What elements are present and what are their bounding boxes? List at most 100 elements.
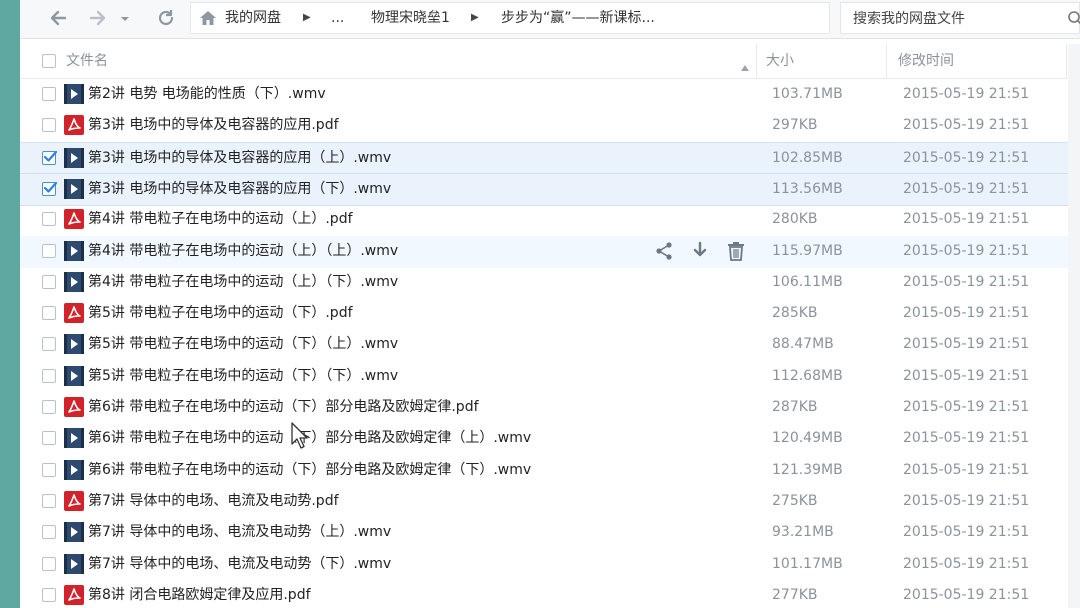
file-row[interactable]: 第7讲 导体中的电场、电流及电动势（下）.wmv 101.17MB 2015-05-… <box>20 549 1080 581</box>
file-row-checkbox[interactable] <box>42 87 56 101</box>
file-row[interactable]: 第4讲 带电粒子在电场中的运动（上）（上）.wmv 115.97MB 2015-05… <box>20 235 1080 268</box>
select-all-checkbox[interactable] <box>42 54 56 68</box>
file-name[interactable]: 第6讲 带电粒子在电场中的运动（下）部分电路及欧姆定律（下）.wmv <box>88 455 531 486</box>
history-dropdown-button[interactable] <box>118 6 132 30</box>
file-size: 277KB <box>772 586 818 603</box>
breadcrumb-current[interactable]: 步步为“赢”——新课标... <box>501 3 655 33</box>
file-modified-date: 2015-05-19 21:51 <box>903 211 1030 228</box>
search-icon[interactable] <box>1067 10 1080 32</box>
forward-button[interactable] <box>86 6 110 30</box>
file-row[interactable]: 第2讲 电势 电场能的性质（下）.wmv 103.71MB 2015-05-19 2… <box>20 79 1080 111</box>
file-row[interactable]: 第3讲 电场中的导体及电容器的应用.pdf 297KB 2015-05-19 21:… <box>20 110 1080 142</box>
pdf-file-icon <box>64 490 84 511</box>
file-modified-date: 2015-05-19 21:51 <box>903 524 1030 541</box>
file-row[interactable]: 第5讲 带电粒子在电场中的运动（下）（上）.wmv 88.47MB 2015-05-… <box>20 329 1080 361</box>
breadcrumb-separator-icon: ▶ <box>471 12 479 23</box>
file-row-checkbox[interactable] <box>42 274 56 289</box>
file-name[interactable]: 第7讲 导体中的电场、电流及电动势（下）.wmv <box>88 549 391 580</box>
file-row[interactable]: 第6讲 带电粒子在电场中的运动（下）部分电路及欧姆定律.pdf 287KB 2015… <box>20 392 1080 424</box>
arrow-left-icon <box>50 10 67 26</box>
file-row[interactable]: 第5讲 带电粒子在电场中的运动（下）（下）.wmv 112.68MB 2015-05… <box>20 361 1080 393</box>
address-bar: 我的网盘 ▶ ... 物理宋晓垒1 ▶ 步步为“赢”——新课标... <box>190 2 830 34</box>
file-row-checkbox[interactable] <box>42 556 56 571</box>
file-name[interactable]: 第6讲 带电粒子在电场中的运动（下）部分电路及欧姆定律.pdf <box>88 392 479 423</box>
file-row-checkbox[interactable] <box>42 368 56 383</box>
file-name[interactable]: 第3讲 电场中的导体及电容器的应用（下）.wmv <box>88 174 391 205</box>
file-name[interactable]: 第7讲 导体中的电场、电流及电动势.pdf <box>88 486 339 517</box>
file-modified-date: 2015-05-19 21:51 <box>903 273 1030 290</box>
sort-ascending-icon[interactable] <box>740 57 750 76</box>
search-box <box>840 2 1080 34</box>
file-row[interactable]: 第4讲 带电粒子在电场中的运动（上）（下）.wmv 106.11MB 2015-05… <box>20 267 1080 299</box>
file-list-header: 文件名 大小 修改时间 <box>20 44 1080 79</box>
file-size: 88.47MB <box>772 336 834 353</box>
file-row-checkbox[interactable] <box>42 493 56 508</box>
file-row[interactable]: 第6讲 带电粒子在电场中的运动（下）部分电路及欧姆定律（下）.wmv 121.39… <box>20 455 1080 487</box>
column-divider[interactable] <box>1066 44 1067 78</box>
column-header-name[interactable]: 文件名 <box>66 44 108 78</box>
file-modified-date: 2015-05-19 21:51 <box>903 86 1030 102</box>
file-row[interactable]: 第5讲 带电粒子在电场中的运动（下）.pdf 285KB 2015-05-19 21… <box>20 298 1080 330</box>
column-divider[interactable] <box>756 44 757 78</box>
file-name[interactable]: 第5讲 带电粒子在电场中的运动（下）（上）.wmv <box>88 329 398 360</box>
file-row[interactable]: 第3讲 电场中的导体及电容器的应用（下）.wmv 113.56MB 2015-05-… <box>20 172 1080 206</box>
file-row[interactable]: 第4讲 带电粒子在电场中的运动（上）.pdf 280KB 2015-05-19 21… <box>20 204 1080 236</box>
column-header-modified[interactable]: 修改时间 <box>898 44 954 78</box>
file-name[interactable]: 第4讲 带电粒子在电场中的运动（上）.pdf <box>88 204 353 235</box>
file-name[interactable]: 第5讲 带电粒子在电场中的运动（下）.pdf <box>88 298 353 329</box>
file-name[interactable]: 第5讲 带电粒子在电场中的运动（下）（下）.wmv <box>88 361 398 392</box>
file-name[interactable]: 第7讲 导体中的电场、电流及电动势（上）.wmv <box>88 517 391 548</box>
file-name[interactable]: 第4讲 带电粒子在电场中的运动（上）（下）.wmv <box>88 267 398 298</box>
file-row-checkbox[interactable] <box>42 431 56 446</box>
file-row-checkbox[interactable] <box>42 181 58 196</box>
file-size: 275KB <box>772 492 818 509</box>
file-row[interactable]: 第7讲 导体中的电场、电流及电动势（上）.wmv 93.21MB 2015-05-1… <box>20 517 1080 549</box>
chevron-down-icon <box>121 17 129 21</box>
download-icon[interactable] <box>690 241 710 261</box>
file-row-checkbox[interactable] <box>42 587 56 602</box>
file-name[interactable]: 第4讲 带电粒子在电场中的运动（上）（上）.wmv <box>88 236 398 267</box>
video-file-icon <box>64 271 84 292</box>
vertical-scrollbar[interactable] <box>1068 44 1080 608</box>
file-modified-date: 2015-05-19 21:51 <box>903 149 1030 166</box>
breadcrumb-root[interactable]: 我的网盘 <box>225 3 281 33</box>
file-name[interactable]: 第2讲 电势 电场能的性质（下）.wmv <box>88 79 326 110</box>
column-header-size[interactable]: 大小 <box>766 44 794 78</box>
file-row-checkbox[interactable] <box>42 400 56 414</box>
file-row-checkbox[interactable] <box>42 243 56 258</box>
checkmark-icon <box>43 150 58 162</box>
file-size: 112.68MB <box>772 367 843 384</box>
file-modified-date: 2015-05-19 21:51 <box>903 461 1030 478</box>
file-row[interactable]: 第3讲 电场中的导体及电容器的应用（上）.wmv 102.85MB 2015-05-… <box>20 141 1080 175</box>
breadcrumb-folder[interactable]: 物理宋晓垒1 <box>371 3 450 33</box>
column-divider[interactable] <box>886 44 887 78</box>
refresh-button[interactable] <box>154 6 178 30</box>
breadcrumb-ellipsis[interactable]: ... <box>331 3 344 33</box>
share-icon[interactable] <box>654 241 674 261</box>
file-row-checkbox[interactable] <box>42 212 56 227</box>
file-row-checkbox[interactable] <box>42 118 56 133</box>
file-size: 103.71MB <box>772 86 843 102</box>
file-row[interactable]: 第7讲 导体中的电场、电流及电动势.pdf 275KB 2015-05-19 21:… <box>20 486 1080 518</box>
toolbar: 我的网盘 ▶ ... 物理宋晓垒1 ▶ 步步为“赢”——新课标... <box>20 0 1080 39</box>
video-file-icon <box>64 147 84 168</box>
file-name[interactable]: 第3讲 电场中的导体及电容器的应用（上）.wmv <box>88 143 391 174</box>
home-icon[interactable] <box>199 9 217 31</box>
file-row-checkbox[interactable] <box>42 306 56 321</box>
file-row-checkbox[interactable] <box>42 337 56 352</box>
file-row-checkbox[interactable] <box>42 462 56 477</box>
search-input[interactable] <box>851 7 1055 31</box>
arrow-right-icon <box>89 10 106 26</box>
file-row-checkbox[interactable] <box>42 525 56 540</box>
pdf-file-icon <box>64 397 84 417</box>
back-button[interactable] <box>46 6 70 30</box>
file-row-checkbox[interactable] <box>42 150 58 165</box>
trash-icon[interactable] <box>726 241 746 261</box>
file-name[interactable]: 第3讲 电场中的导体及电容器的应用.pdf <box>88 110 339 141</box>
file-row[interactable]: 第6讲 带电粒子在电场中的运动（下）部分电路及欧姆定律（上）.wmv 120.49… <box>20 423 1080 455</box>
pdf-file-icon <box>64 115 84 136</box>
file-name[interactable]: 第8讲 闭合电路欧姆定律及应用.pdf <box>88 580 311 608</box>
file-size: 101.17MB <box>772 555 843 572</box>
file-row[interactable]: 第8讲 闭合电路欧姆定律及应用.pdf 277KB 2015-05-19 21:51 <box>20 580 1080 608</box>
video-file-icon <box>64 522 84 543</box>
